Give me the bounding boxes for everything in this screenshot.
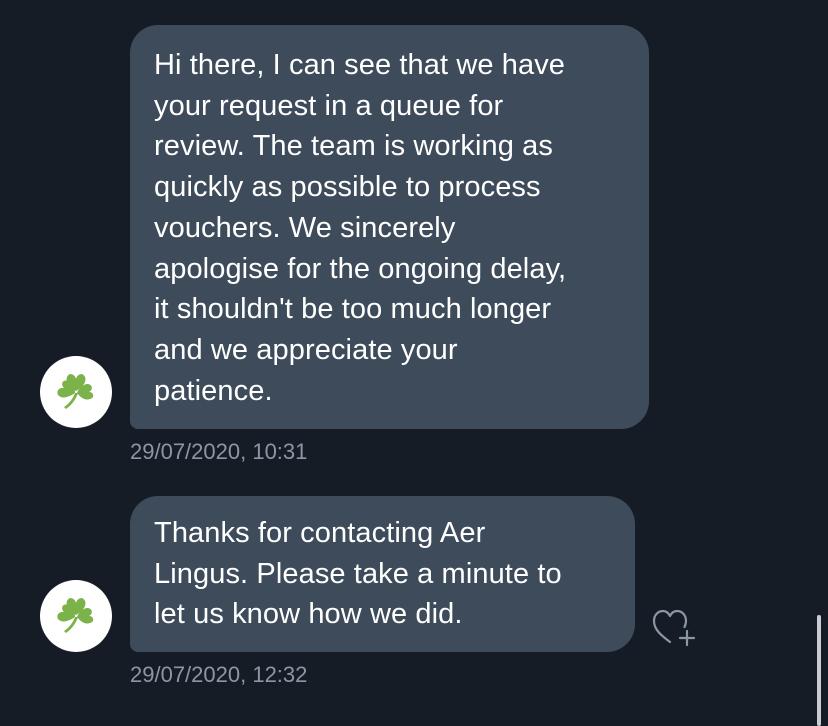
message-timestamp: 29/07/2020, 12:32 [130, 662, 308, 687]
scrollbar[interactable] [817, 615, 821, 726]
avatar[interactable] [40, 580, 112, 652]
avatar[interactable] [40, 356, 112, 428]
message-timestamp: 29/07/2020, 10:31 [130, 439, 308, 464]
shamrock-icon [57, 374, 94, 409]
shamrock-icon [57, 598, 94, 633]
message-bubble[interactable]: Thanks for contacting Aer Lingus. Please… [130, 496, 635, 652]
message-bubble[interactable]: Hi there, I can see that we have your re… [130, 25, 649, 429]
message-text: Thanks for contacting Aer Lingus. Please… [154, 517, 562, 631]
heart-plus-icon[interactable] [650, 606, 698, 650]
message-text: Hi there, I can see that we have your re… [154, 49, 567, 407]
dm-conversation: Hi there, I can see that we have your re… [0, 0, 828, 726]
